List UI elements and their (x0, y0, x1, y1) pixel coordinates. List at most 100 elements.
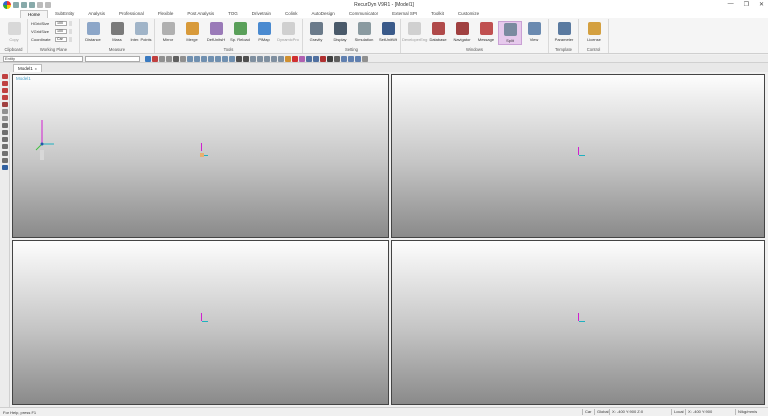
view-back-icon[interactable] (194, 56, 200, 62)
inter-points-button[interactable]: Inter. Points (129, 21, 153, 45)
close-button[interactable]: ✕ (759, 1, 764, 8)
contact-icon[interactable] (2, 95, 8, 100)
joint-icon[interactable] (2, 81, 8, 86)
entity-search-field[interactable] (85, 56, 140, 62)
set-unit-button[interactable]: SetUnitWt (376, 21, 400, 45)
copy-button[interactable]: Copy (2, 21, 26, 45)
parameter-button[interactable]: Parameter (552, 21, 576, 45)
database-button[interactable]: Database (426, 21, 450, 45)
def-units-button[interactable]: DefUnitsH (204, 21, 228, 45)
tab-analysis[interactable]: Analysis (81, 10, 112, 18)
torus-icon[interactable] (2, 158, 8, 163)
point-icon[interactable] (2, 116, 8, 121)
extrude-icon[interactable] (2, 165, 8, 170)
coordinate-select[interactable]: Car (55, 37, 67, 42)
light-icon[interactable] (285, 56, 291, 62)
navigator-button[interactable]: Navigator (450, 21, 474, 45)
entity-combo[interactable]: Entity (3, 56, 83, 62)
record-icon[interactable] (348, 56, 354, 62)
tab-customize[interactable]: Customize (451, 10, 486, 18)
distance-button[interactable]: Distance (81, 21, 105, 45)
wireframe-icon[interactable] (243, 56, 249, 62)
tab-external-spi[interactable]: External SPI (385, 10, 424, 18)
close-tab-icon[interactable]: x (35, 66, 37, 72)
measure-tool-icon[interactable] (313, 56, 319, 62)
ruler-icon[interactable] (327, 56, 333, 62)
cylinder-icon[interactable] (2, 144, 8, 149)
sp-reload-button[interactable]: Sp. Reload (228, 21, 252, 45)
tab-post-analysis[interactable]: Post Analysis (180, 10, 221, 18)
camera-icon[interactable] (341, 56, 347, 62)
view-button[interactable]: View (522, 21, 546, 45)
view-left-icon[interactable] (215, 56, 221, 62)
section-icon[interactable] (334, 56, 340, 62)
vgrid-spinner[interactable] (69, 29, 72, 34)
tab-flexible[interactable]: Flexible (151, 10, 181, 18)
settings-icon[interactable] (362, 56, 368, 62)
message-button[interactable]: Message (474, 21, 498, 45)
view-iso-icon[interactable] (229, 56, 235, 62)
viewport-top-right[interactable] (391, 74, 765, 238)
fit-icon[interactable] (173, 56, 179, 62)
simulation-button[interactable]: Simulation (352, 21, 376, 45)
doc-tab-model1[interactable]: Model1 x (13, 64, 42, 72)
tab-colink[interactable]: Colink (278, 10, 305, 18)
marker-icon[interactable] (278, 56, 284, 62)
hgrid-spinner[interactable] (69, 21, 72, 26)
rotate-icon[interactable] (152, 56, 158, 62)
shade-icon[interactable] (250, 56, 256, 62)
maximize-button[interactable]: ❐ (744, 1, 749, 8)
marker-tool-icon[interactable] (2, 109, 8, 114)
mirror-button[interactable]: Mirror (156, 21, 180, 45)
viewport-bottom-left[interactable] (12, 240, 389, 405)
box-icon[interactable] (2, 137, 8, 142)
split-button[interactable]: Split (498, 21, 522, 45)
play-icon[interactable] (355, 56, 361, 62)
view-bottom-icon[interactable] (208, 56, 214, 62)
minimize-button[interactable]: — (728, 1, 734, 8)
zoom-icon[interactable] (166, 56, 172, 62)
dynamic-pro-button[interactable]: DynamicPro (276, 21, 300, 45)
select-icon[interactable] (145, 56, 151, 62)
tab-communicator[interactable]: Communicator (342, 10, 385, 18)
group-windows: DeveloperEng Database Navigator Message … (401, 19, 549, 53)
body-icon[interactable] (2, 74, 8, 79)
tab-tog[interactable]: TOG (221, 10, 245, 18)
hgrid-size-field[interactable]: 100 (55, 21, 67, 26)
color-icon[interactable] (292, 56, 298, 62)
coordinate-dropdown[interactable] (69, 37, 72, 42)
viewport-bottom-right[interactable] (391, 240, 765, 405)
plmap-button[interactable]: PlMap (252, 21, 276, 45)
snap-icon[interactable] (271, 56, 277, 62)
view-front-icon[interactable] (187, 56, 193, 62)
tab-professional[interactable]: Professional (112, 10, 151, 18)
spring-icon[interactable] (2, 102, 8, 107)
highlight-icon[interactable] (299, 56, 305, 62)
arc-icon[interactable] (2, 130, 8, 135)
mass-button[interactable]: Mass (105, 21, 129, 45)
viewport-top-left[interactable]: Model1 (12, 74, 389, 238)
tab-home[interactable]: Home (20, 10, 49, 18)
view-right-icon[interactable] (222, 56, 228, 62)
zoom-box-icon[interactable] (180, 56, 186, 62)
view-top-icon[interactable] (201, 56, 207, 62)
tab-subentity[interactable]: SubEntity (48, 10, 81, 18)
pan-icon[interactable] (159, 56, 165, 62)
gravity-button[interactable]: Gravity (304, 21, 328, 45)
layer-icon[interactable] (306, 56, 312, 62)
flag-icon[interactable] (320, 56, 326, 62)
tab-toolkit[interactable]: Toolkit (424, 10, 451, 18)
display-button[interactable]: Display (328, 21, 352, 45)
sphere-icon[interactable] (2, 151, 8, 156)
vgrid-size-field[interactable]: 100 (55, 29, 67, 34)
license-button[interactable]: License (582, 21, 606, 45)
developer-eng-button[interactable]: DeveloperEng (402, 21, 427, 45)
tab-drivetrain[interactable]: Drivetrain (245, 10, 278, 18)
grid-icon[interactable] (264, 56, 270, 62)
line-icon[interactable] (2, 123, 8, 128)
merge-button[interactable]: Merge (180, 21, 204, 45)
hidden-icon[interactable] (257, 56, 263, 62)
tab-autodesign[interactable]: AutoDesign (305, 10, 342, 18)
force-icon[interactable] (2, 88, 8, 93)
render-icon[interactable] (236, 56, 242, 62)
